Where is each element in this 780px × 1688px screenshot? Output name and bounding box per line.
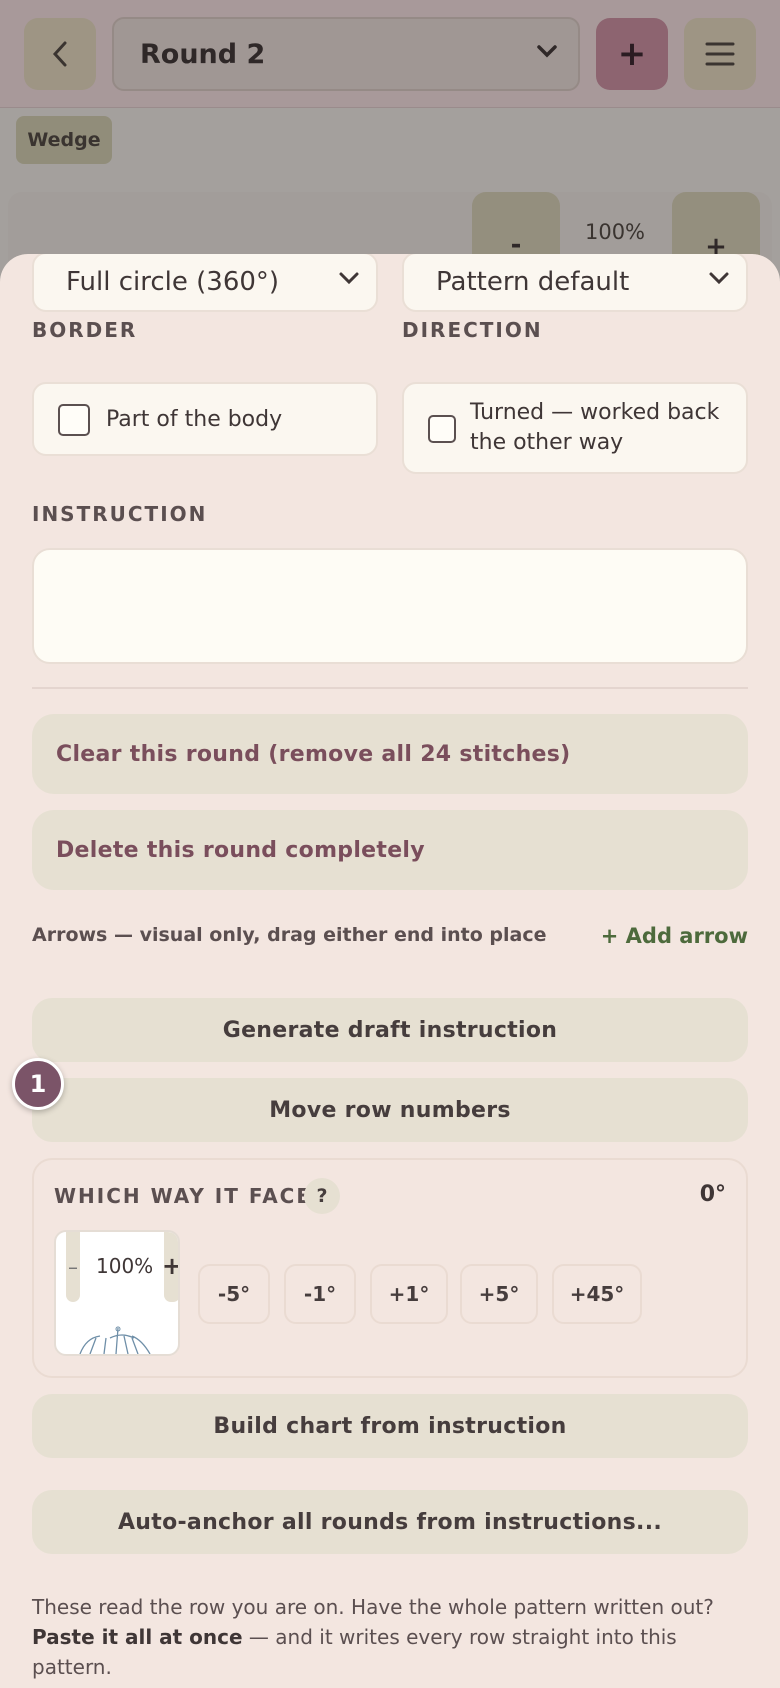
style-select[interactable]: Pattern default — [402, 254, 748, 312]
chevron-down-icon — [709, 272, 729, 285]
style-select-value: Pattern default — [436, 267, 630, 297]
rotate-minus-1-button[interactable]: -1° — [284, 1264, 356, 1324]
generate-draft-button[interactable]: Generate draft instruction — [32, 998, 748, 1062]
instruction-label: INSTRUCTION — [32, 502, 208, 526]
chevron-left-icon — [52, 41, 67, 67]
paste-hint: These read the row you are on. Have the … — [32, 1592, 752, 1682]
wedge-chip[interactable]: Wedge — [16, 116, 112, 164]
round-select[interactable]: Round 2 — [112, 17, 580, 91]
round-select-value: Round 2 — [140, 38, 266, 70]
back-button[interactable] — [24, 18, 96, 90]
faces-title: WHICH WAY IT FACES — [54, 1184, 329, 1208]
preview-zoom-level: 100% — [96, 1254, 154, 1278]
turned-label: Turned — worked back the other way — [470, 400, 720, 455]
rotate-plus-45-button[interactable]: +45° — [552, 1264, 642, 1324]
which-way-it-faces-panel: WHICH WAY IT FACES ? 0° – 100% + -5° -1°… — [32, 1158, 748, 1378]
instruction-textarea[interactable] — [32, 548, 748, 664]
stitch-preview-icon — [79, 1326, 151, 1354]
shape-select-value: Full circle (360°) — [66, 267, 280, 297]
chevron-down-icon — [339, 272, 359, 285]
paste-all-link[interactable]: Paste it all at once — [32, 1625, 243, 1649]
paste-hint-text: These read the row you are on. Have the … — [32, 1595, 714, 1619]
auto-anchor-button[interactable]: Auto-anchor all rounds from instructions… — [32, 1490, 748, 1554]
rotation-degrees: 0° — [699, 1182, 726, 1207]
step-badge: 1 — [12, 1058, 64, 1110]
divider — [32, 687, 748, 689]
hamburger-icon — [705, 42, 735, 66]
turned-checkbox[interactable] — [428, 415, 456, 443]
move-row-numbers-button[interactable]: Move row numbers — [32, 1078, 748, 1142]
preview-zoom-out-button[interactable]: – — [66, 1232, 80, 1302]
rotate-minus-5-button[interactable]: -5° — [198, 1264, 270, 1324]
rotate-plus-1-button[interactable]: +1° — [370, 1264, 448, 1324]
clear-round-button[interactable]: Clear this round (remove all 24 stitches… — [32, 714, 748, 794]
zoom-level: 100% — [584, 220, 646, 244]
round-settings-sheet: Full circle (360°) Pattern default BORDE… — [0, 254, 780, 1688]
rotate-plus-5-button[interactable]: +5° — [460, 1264, 538, 1324]
preview-zoom-in-button[interactable]: + — [162, 1252, 178, 1280]
direction-label: DIRECTION — [402, 318, 543, 342]
build-chart-button[interactable]: Build chart from instruction — [32, 1394, 748, 1458]
add-round-button[interactable]: + — [596, 18, 668, 90]
add-arrow-button[interactable]: + Add arrow — [601, 924, 748, 948]
part-of-body-label: Part of the body — [106, 407, 283, 432]
direction-checkbox-card[interactable]: Turned — worked back the other way — [402, 382, 748, 474]
menu-button[interactable] — [684, 18, 756, 90]
part-of-body-checkbox[interactable] — [58, 404, 90, 436]
arrows-note: Arrows — visual only, drag either end in… — [32, 924, 547, 946]
shape-select[interactable]: Full circle (360°) — [32, 254, 378, 312]
rotation-preview: – 100% + — [54, 1230, 180, 1356]
help-button[interactable]: ? — [304, 1178, 340, 1214]
delete-round-button[interactable]: Delete this round completely — [32, 810, 748, 890]
border-label: BORDER — [32, 318, 138, 342]
border-checkbox-card[interactable]: Part of the body — [32, 382, 378, 456]
chevron-down-icon — [537, 45, 557, 58]
